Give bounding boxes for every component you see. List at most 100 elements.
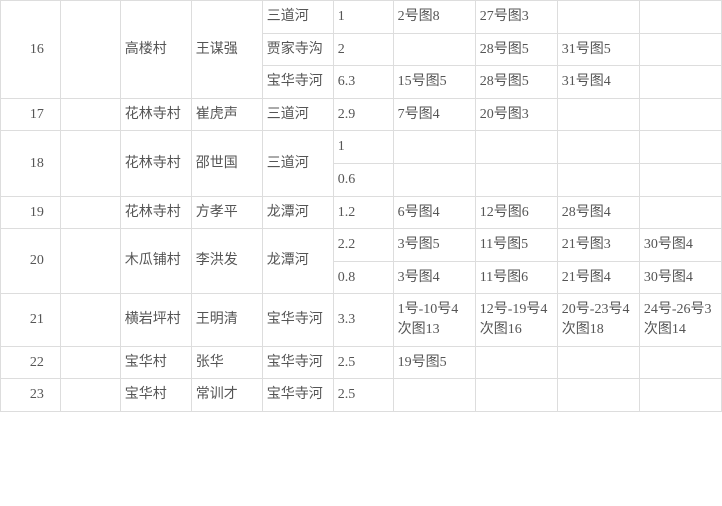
col-blank [60,196,120,229]
river-cell: 贾家寺沟 [262,33,333,66]
figure-cell: 6号图4 [393,196,475,229]
person-cell: 王谋强 [191,1,262,99]
col-blank [60,379,120,412]
value-cell: 0.8 [333,261,393,294]
figure-cell [639,346,721,379]
row-number: 22 [1,346,61,379]
figure-cell: 19号图5 [393,346,475,379]
value-cell: 2.2 [333,229,393,262]
row-number: 16 [1,1,61,99]
figure-cell [639,379,721,412]
person-cell: 方孝平 [191,196,262,229]
value-cell: 2.5 [333,379,393,412]
village-cell: 宝华村 [120,379,191,412]
table-row: 21横岩坪村王明清宝华寺河3.31号-10号4次图1312号-19号4次图162… [1,294,722,346]
figure-cell: 3号图5 [393,229,475,262]
value-cell: 1 [333,131,393,164]
village-cell: 花林寺村 [120,196,191,229]
person-cell: 李洪发 [191,229,262,294]
col-blank [60,346,120,379]
figure-cell [393,163,475,196]
figure-cell [639,1,721,34]
figure-cell [639,196,721,229]
river-cell: 龙潭河 [262,229,333,294]
figure-cell [557,163,639,196]
value-cell: 1 [333,1,393,34]
table-row: 19 花林寺村方孝平龙潭河1.26号图412号图628号图4 [1,196,722,229]
figure-cell [475,131,557,164]
river-cell: 龙潭河 [262,196,333,229]
figure-cell: 20号-23号4次图18 [557,294,639,346]
value-cell: 0.6 [333,163,393,196]
village-cell: 花林寺村 [120,131,191,196]
row-number: 21 [1,294,61,346]
figure-cell: 24号-26号3次图14 [639,294,721,346]
figure-cell: 15号图5 [393,66,475,99]
figure-cell: 3号图4 [393,261,475,294]
person-cell: 张华 [191,346,262,379]
person-cell: 常训才 [191,379,262,412]
figure-cell: 7号图4 [393,98,475,131]
village-cell: 宝华村 [120,346,191,379]
figure-cell: 12号图6 [475,196,557,229]
figure-cell [639,131,721,164]
col-blank [60,294,120,346]
figure-cell: 20号图3 [475,98,557,131]
table-row: 20木瓜铺村李洪发龙潭河2.23号图511号图521号图330号图4 [1,229,722,262]
figure-cell [639,33,721,66]
figure-cell: 28号图5 [475,66,557,99]
figure-cell [557,1,639,34]
col-blank [60,1,120,99]
figure-cell: 11号图5 [475,229,557,262]
figure-cell: 27号图3 [475,1,557,34]
figure-cell [639,163,721,196]
village-cell: 横岩坪村 [120,294,191,346]
figure-cell: 30号图4 [639,229,721,262]
figure-cell [393,379,475,412]
river-cell: 宝华寺河 [262,346,333,379]
value-cell: 1.2 [333,196,393,229]
figure-cell [393,131,475,164]
figure-cell [557,131,639,164]
figure-cell: 28号图5 [475,33,557,66]
figure-cell [393,33,475,66]
row-number: 18 [1,131,61,196]
village-cell: 木瓜铺村 [120,229,191,294]
value-cell: 3.3 [333,294,393,346]
figure-cell [475,379,557,412]
table-row: 16高楼村王谋强三道河12号图827号图3 [1,1,722,34]
figure-cell [475,163,557,196]
table-row: 22宝华村张华宝华寺河2.519号图5 [1,346,722,379]
row-number: 20 [1,229,61,294]
river-cell: 三道河 [262,131,333,196]
figure-cell: 21号图4 [557,261,639,294]
river-cell: 宝华寺河 [262,379,333,412]
col-blank [60,229,120,294]
row-number: 17 [1,98,61,131]
figure-cell [557,379,639,412]
table-row: 23 宝华村常训才宝华寺河2.5 [1,379,722,412]
figure-cell [475,346,557,379]
river-cell: 宝华寺河 [262,66,333,99]
figure-cell: 31号图5 [557,33,639,66]
value-cell: 2 [333,33,393,66]
value-cell: 2.9 [333,98,393,131]
figure-cell: 28号图4 [557,196,639,229]
figure-cell: 1号-10号4次图13 [393,294,475,346]
figure-cell: 31号图4 [557,66,639,99]
row-number: 19 [1,196,61,229]
figure-cell: 2号图8 [393,1,475,34]
col-blank [60,98,120,131]
village-cell: 高楼村 [120,1,191,99]
figure-cell: 12号-19号4次图16 [475,294,557,346]
figure-cell: 30号图4 [639,261,721,294]
table-row: 18花林寺村邵世国三道河1 [1,131,722,164]
figure-cell [557,346,639,379]
river-cell: 宝华寺河 [262,294,333,346]
figure-cell [639,98,721,131]
river-cell: 三道河 [262,98,333,131]
data-table: 16高楼村王谋强三道河12号图827号图3贾家寺沟228号图531号图5宝华寺河… [0,0,722,412]
row-number: 23 [1,379,61,412]
person-cell: 邵世国 [191,131,262,196]
figure-cell [639,66,721,99]
